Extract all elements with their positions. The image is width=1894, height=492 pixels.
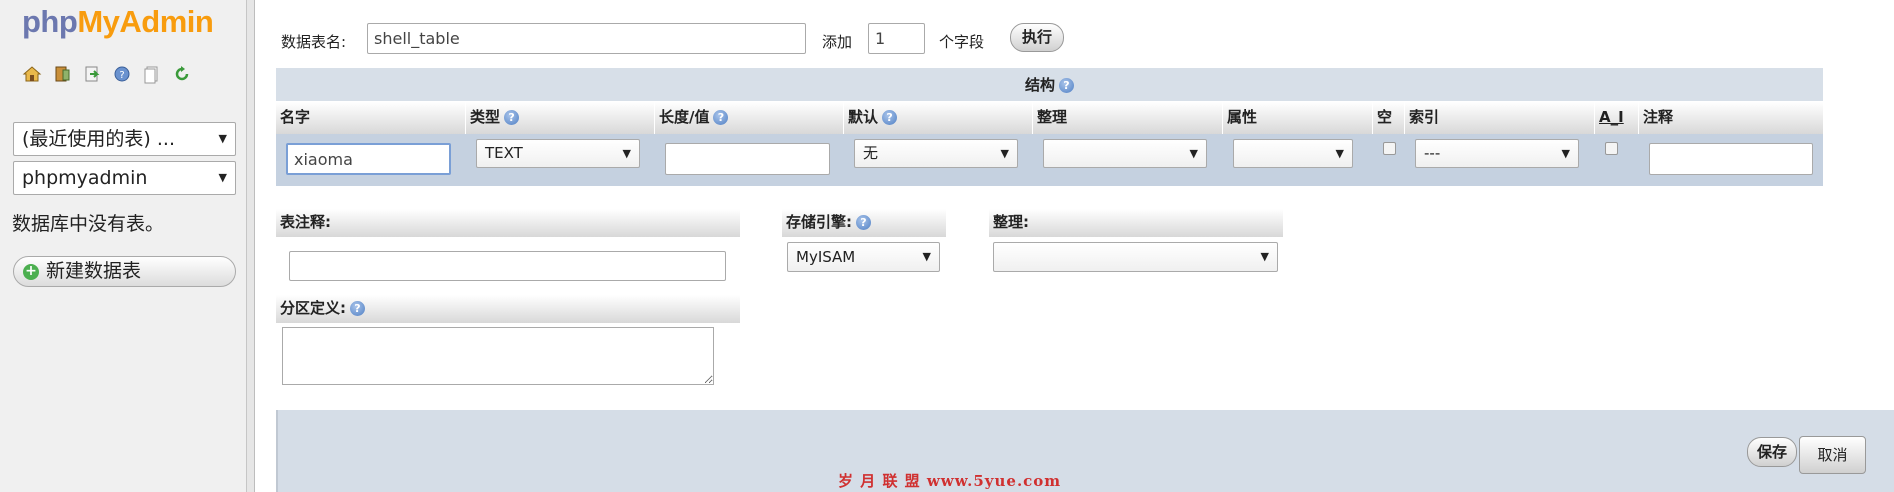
add-field-count-input[interactable]: 1 [868, 23, 925, 54]
database-select-value: phpmyadmin [22, 167, 148, 189]
chevron-down-icon: ▼ [1561, 147, 1570, 160]
field-default-select[interactable]: 无 ▼ [854, 139, 1018, 168]
structure-title-text: 结构 [1024, 76, 1055, 94]
help-icon[interactable]: ? [882, 110, 898, 125]
column-header-length: 长度/值? [655, 102, 844, 134]
field-collation-select[interactable]: ▼ [1043, 139, 1207, 168]
column-header-default: 默认? [844, 102, 1033, 134]
navigation-panel: phpMyAdmin ? (最近使用的表) ... ▼ phpmyadmin ▼… [0, 0, 247, 492]
sql-query-icon[interactable] [82, 64, 102, 84]
help-icon[interactable]: ? [112, 64, 132, 84]
column-header-auto-increment: A_I [1595, 102, 1639, 134]
main-panel: 数据表名: shell_table 添加 1 个字段 执行 结构? 名字 类型?… [256, 0, 1894, 492]
help-icon[interactable]: ? [504, 110, 520, 125]
help-icon[interactable]: ? [1059, 78, 1074, 93]
new-table-label: 新建数据表 [46, 260, 142, 282]
fields-label: 个字段 [939, 33, 985, 51]
execute-button[interactable]: 执行 [1010, 23, 1064, 52]
logo-php-text: php [22, 4, 78, 39]
nav-resize-handle[interactable] [247, 0, 255, 492]
table-comment-input[interactable] [289, 251, 726, 281]
new-table-button[interactable]: + 新建数据表 [13, 256, 236, 287]
database-select[interactable]: phpmyadmin ▼ [13, 161, 236, 195]
field-attribute-select[interactable]: ▼ [1233, 139, 1353, 168]
svg-text:?: ? [119, 70, 124, 81]
cancel-button[interactable]: 取消 [1799, 436, 1866, 474]
storage-engine-select[interactable]: MyISAM ▼ [787, 242, 940, 272]
reload-icon[interactable] [172, 64, 192, 84]
chevron-down-icon: ▼ [1260, 250, 1269, 263]
chevron-down-icon: ▼ [218, 132, 227, 145]
database-icon[interactable] [52, 64, 72, 84]
column-header-null: 空 [1373, 102, 1405, 134]
add-label: 添加 [822, 33, 853, 51]
watermark-text: 岁 月 联 盟 www.5yue.com [838, 472, 1062, 490]
structure-header-row: 名字 类型? 长度/值? 默认? 整理 属性 空 索引 A_I 注释 [276, 102, 1823, 134]
field-auto-increment-checkbox[interactable] [1605, 142, 1618, 155]
table-collation-select[interactable]: ▼ [993, 242, 1278, 272]
column-header-type: 类型? [466, 102, 655, 134]
recent-tables-value: (最近使用的表) ... [22, 128, 175, 150]
table-name-input[interactable]: shell_table [367, 23, 806, 54]
column-header-name: 名字 [276, 102, 466, 134]
field-length-input[interactable] [665, 143, 830, 175]
chevron-down-icon: ▼ [218, 171, 227, 184]
chevron-down-icon: ▼ [1189, 147, 1198, 160]
partition-definition-header: 分区定义:? [276, 295, 740, 323]
field-null-checkbox[interactable] [1383, 142, 1396, 155]
chevron-down-icon: ▼ [622, 147, 631, 160]
logo-myadmin-text: MyAdmin [77, 4, 214, 39]
plus-icon: + [23, 264, 39, 280]
home-icon[interactable] [22, 64, 42, 84]
help-icon[interactable]: ? [713, 110, 729, 125]
field-comment-input[interactable] [1649, 143, 1813, 175]
field-index-select[interactable]: --- ▼ [1415, 139, 1579, 168]
field-name-input[interactable]: xiaoma [286, 143, 451, 175]
form-footer: 保存 取消 [276, 410, 1894, 492]
structure-field-row: xiaoma TEXT ▼ 无 ▼ ▼ ▼ --- ▼ [276, 134, 1823, 186]
table-collation-header: 整理: [989, 209, 1283, 237]
help-icon[interactable]: ? [856, 215, 871, 230]
chevron-down-icon: ▼ [1335, 147, 1344, 160]
save-button[interactable]: 保存 [1747, 437, 1797, 467]
no-tables-message: 数据库中没有表。 [12, 213, 165, 235]
help-icon[interactable]: ? [350, 301, 365, 316]
structure-table: 结构? 名字 类型? 长度/值? 默认? 整理 属性 空 索引 A_I 注释 x… [276, 68, 1823, 186]
field-type-select[interactable]: TEXT ▼ [476, 139, 640, 168]
phpmyadmin-logo[interactable]: phpMyAdmin [22, 4, 214, 40]
column-header-collation: 整理 [1033, 102, 1223, 134]
column-header-index: 索引 [1405, 102, 1595, 134]
chevron-down-icon: ▼ [922, 250, 931, 263]
recent-tables-select[interactable]: (最近使用的表) ... ▼ [13, 122, 236, 156]
chevron-down-icon: ▼ [1000, 147, 1009, 160]
storage-engine-header: 存储引擎:? [782, 209, 946, 237]
structure-title: 结构? [276, 68, 1823, 102]
nav-icon-bar: ? [22, 64, 192, 84]
partition-definition-textarea[interactable] [282, 327, 714, 385]
column-header-attributes: 属性 [1223, 102, 1373, 134]
docs-icon[interactable] [142, 64, 162, 84]
table-comment-header: 表注释: [276, 209, 740, 237]
table-name-label: 数据表名: [281, 33, 347, 51]
column-header-comment: 注释 [1643, 108, 1674, 126]
